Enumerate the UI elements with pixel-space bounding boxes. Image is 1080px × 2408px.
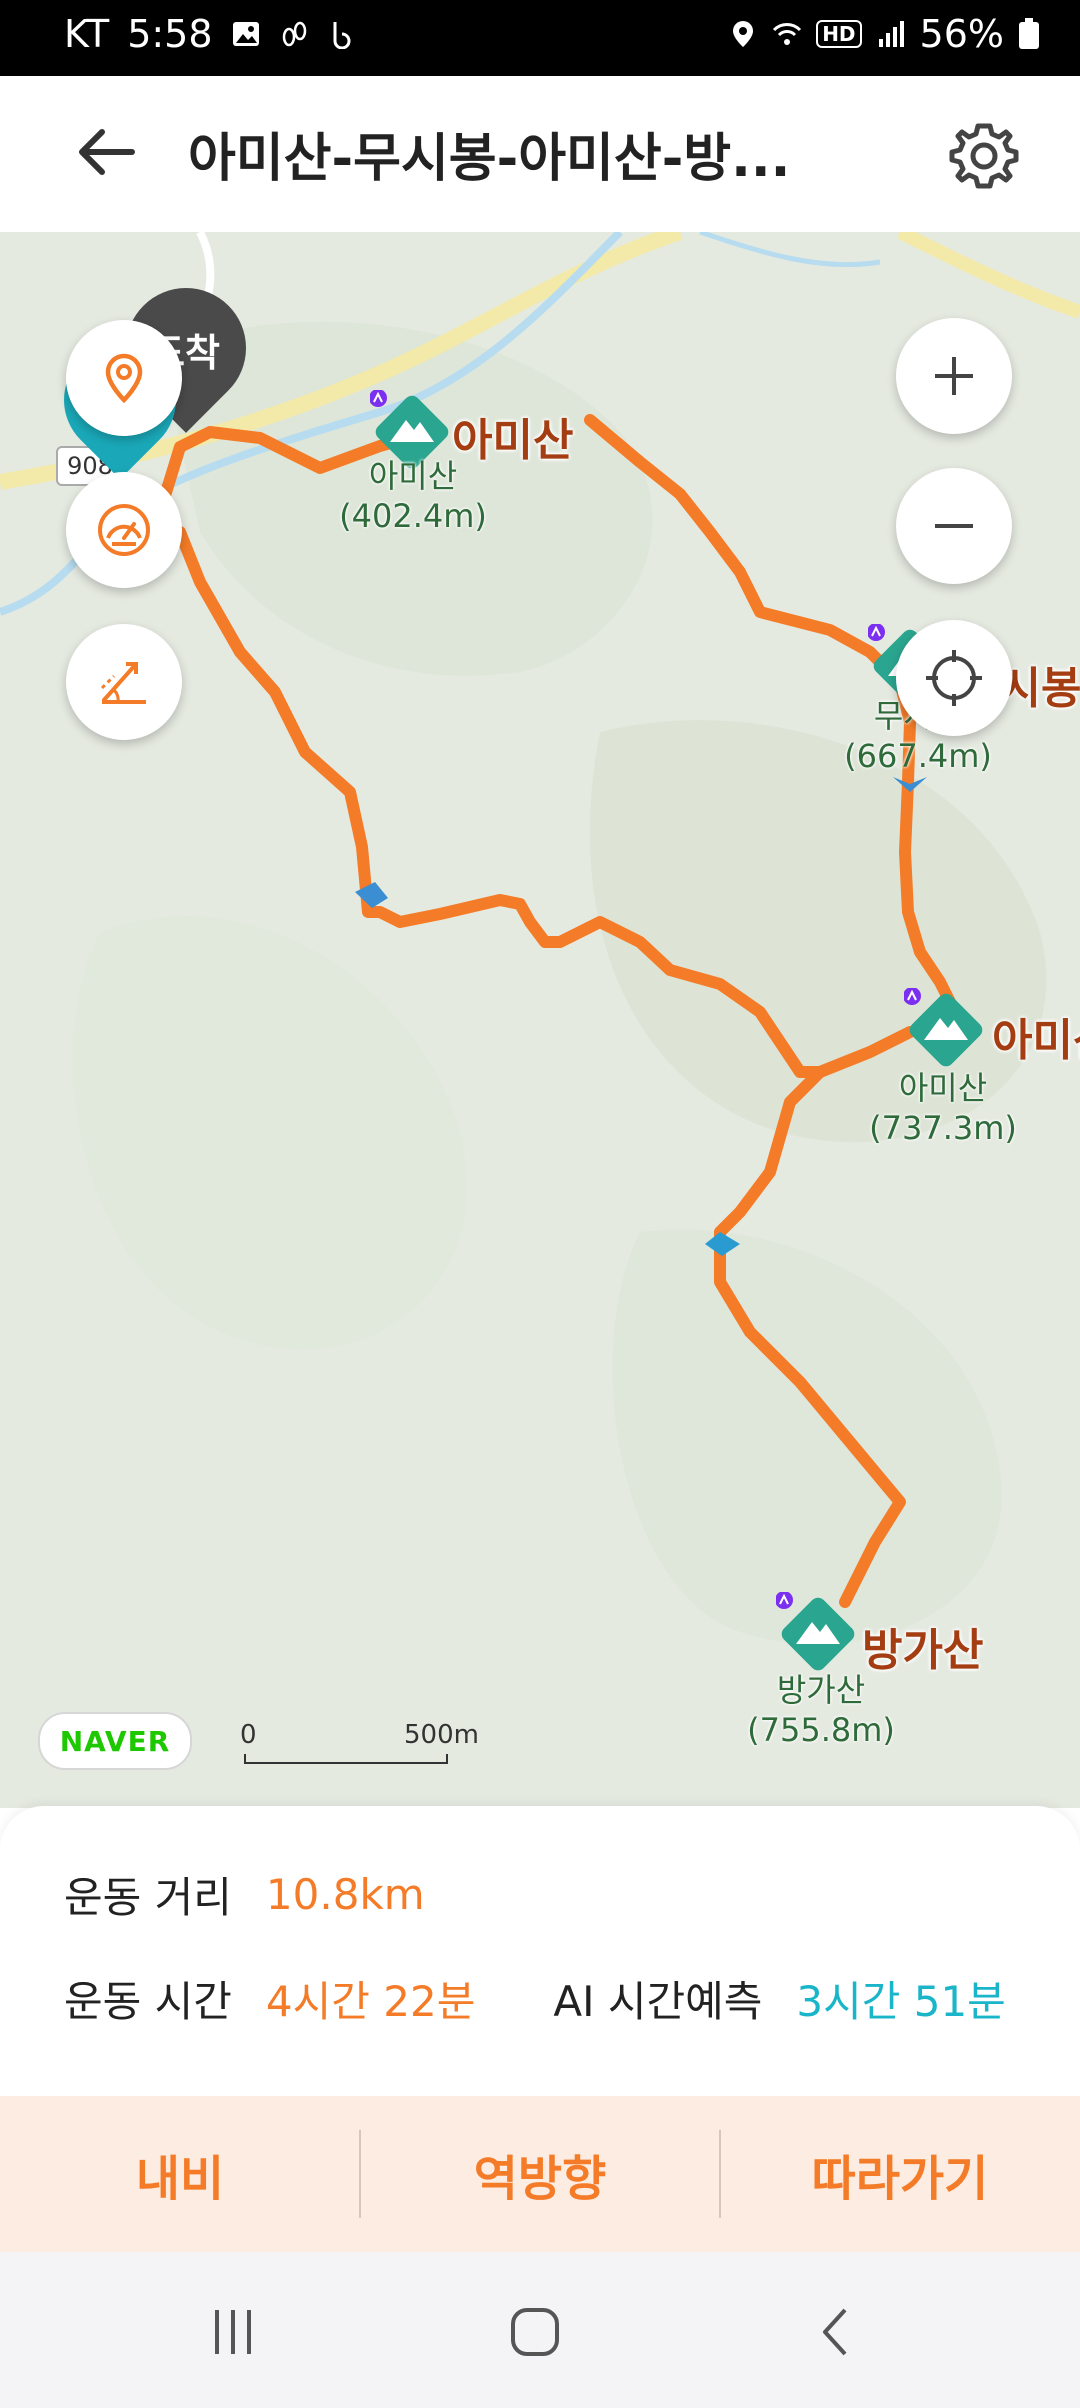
scale-end-label: 500m <box>404 1720 479 1750</box>
scale-start-label: 0 <box>240 1720 257 1750</box>
recent-apps-button[interactable] <box>188 2292 278 2372</box>
time-label: 운동 시간 <box>64 1977 232 2026</box>
time-row: 운동 시간 4시간 22분 AI 시간예측 3시간 51분 <box>64 1968 1006 2029</box>
location-icon <box>733 21 754 47</box>
follow-button[interactable]: 따라가기 <box>720 2096 1080 2252</box>
ai-estimate-value: 3시간 51분 <box>796 1977 1006 2026</box>
peak-label: 아미산 (402.4m) <box>338 456 488 536</box>
peak-label: 방가산 (755.8m) <box>746 1670 896 1750</box>
map-pin-icon <box>105 353 143 404</box>
peak-sub-name: 아미산 <box>368 457 458 495</box>
system-nav-bar <box>0 2252 1080 2408</box>
footprint-icon <box>282 21 306 47</box>
peak-name: 방가산 <box>862 1625 984 1676</box>
stats-panel: 운동 거리 10.8km 운동 시간 4시간 22분 AI 시간예측 3시간 5… <box>0 1806 1080 2096</box>
peak-icon[interactable] <box>904 988 988 1072</box>
trail-map[interactable]: 908 도착 아미산 아미산 (402.4m) 무시봉 무시봉 (667.4m)… <box>0 232 1080 1808</box>
plus-icon <box>935 357 973 395</box>
peak-elevation: (755.8m) <box>747 1711 895 1749</box>
naver-logo: NAVER <box>38 1712 192 1770</box>
home-icon <box>511 2308 559 2356</box>
chevron-left-icon <box>823 2308 847 2356</box>
location-pin-button[interactable] <box>66 320 182 436</box>
page-title: 아미산-무시봉-아미산-방... <box>188 129 791 189</box>
ai-estimate-label: AI 시간예측 <box>553 1977 763 2026</box>
action-bar: 내비 역방향 따라가기 <box>0 2096 1080 2252</box>
peak-elevation: (402.4m) <box>339 497 487 535</box>
zoom-out-button[interactable] <box>896 468 1012 584</box>
wifi-icon <box>773 23 802 45</box>
time-value: 4시간 22분 <box>265 1977 476 2026</box>
gear-icon[interactable] <box>944 116 1024 196</box>
peak-elevation: (737.3m) <box>869 1109 1017 1147</box>
elevation-button[interactable] <box>66 624 182 740</box>
recent-apps-icon <box>215 2310 251 2354</box>
gallery-icon <box>232 22 259 46</box>
scale-bar: 0 500m <box>240 1720 479 1770</box>
system-back-button[interactable] <box>792 2292 882 2372</box>
back-arrow-icon[interactable] <box>70 112 150 192</box>
speedometer-button[interactable] <box>66 472 182 588</box>
recenter-button[interactable] <box>896 620 1012 736</box>
carrier-label: KT <box>64 12 110 56</box>
battery-percent: 56% <box>919 12 1004 56</box>
peak-elevation: (667.4m) <box>844 737 992 775</box>
clock: 5:58 <box>127 12 213 56</box>
distance-row: 운동 거리 10.8km <box>64 1864 425 1925</box>
signal-icon <box>878 21 904 47</box>
status-bar: KT 5:58 HD 56% <box>0 0 1080 76</box>
crosshair-icon <box>926 650 982 706</box>
elevation-slope-icon <box>100 662 146 704</box>
peak-sub-name: 아미산 <box>898 1069 988 1107</box>
b-app-icon <box>333 22 351 49</box>
distance-value: 10.8km <box>265 1870 425 1919</box>
peak-name: 아미산 <box>992 1015 1080 1066</box>
distance-label: 운동 거리 <box>64 1873 232 1922</box>
minus-icon <box>935 524 973 528</box>
zoom-in-button[interactable] <box>896 318 1012 434</box>
app-header: 아미산-무시봉-아미산-방... <box>0 76 1080 232</box>
peak-sub-name: 방가산 <box>776 1671 866 1709</box>
peak-label: 아미산 (737.3m) <box>868 1068 1018 1148</box>
peak-icon[interactable] <box>776 1592 860 1676</box>
scale-line <box>244 1754 448 1764</box>
navi-button[interactable]: 내비 <box>0 2096 360 2252</box>
battery-icon <box>1019 18 1039 49</box>
home-button[interactable] <box>490 2292 580 2372</box>
hd-badge: HD <box>816 20 862 48</box>
speedometer-icon <box>98 504 150 556</box>
reverse-button[interactable]: 역방향 <box>360 2096 720 2252</box>
